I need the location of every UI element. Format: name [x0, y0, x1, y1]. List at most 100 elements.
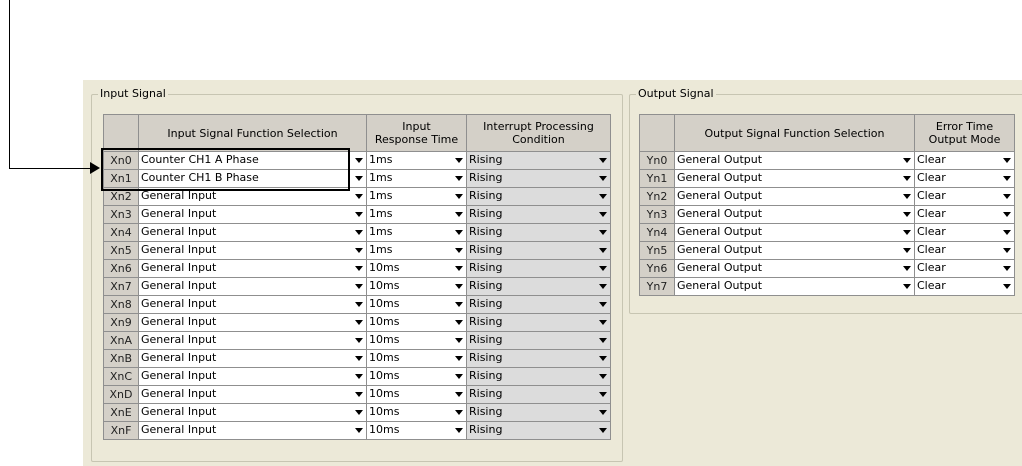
response-time-select[interactable]: 10ms — [366, 385, 467, 404]
dropdown-arrow-icon[interactable] — [352, 171, 366, 187]
dropdown-arrow-icon[interactable] — [900, 225, 914, 241]
response-time-select[interactable]: 1ms — [366, 205, 467, 224]
response-time-select[interactable]: 1ms — [366, 223, 467, 242]
response-time-select[interactable]: 1ms — [366, 151, 467, 170]
dropdown-arrow-icon[interactable] — [900, 207, 914, 223]
function-select[interactable]: General Input — [138, 403, 367, 422]
dropdown-arrow-icon[interactable] — [596, 297, 610, 313]
response-time-select[interactable]: 10ms — [366, 313, 467, 332]
output-function-select[interactable]: General Output — [674, 205, 915, 224]
dropdown-arrow-icon[interactable] — [1000, 261, 1014, 277]
function-select[interactable]: General Input — [138, 259, 367, 278]
dropdown-arrow-icon[interactable] — [352, 405, 366, 421]
function-select[interactable]: General Input — [138, 367, 367, 386]
dropdown-arrow-icon[interactable] — [1000, 279, 1014, 295]
dropdown-arrow-icon[interactable] — [596, 423, 610, 439]
dropdown-arrow-icon[interactable] — [596, 261, 610, 277]
response-time-select[interactable]: 10ms — [366, 277, 467, 296]
dropdown-arrow-icon[interactable] — [596, 315, 610, 331]
dropdown-arrow-icon[interactable] — [352, 333, 366, 349]
error-mode-select[interactable]: Clear — [914, 241, 1015, 260]
dropdown-arrow-icon[interactable] — [452, 423, 466, 439]
dropdown-arrow-icon[interactable] — [352, 189, 366, 205]
response-time-select[interactable]: 10ms — [366, 421, 467, 440]
interrupt-condition-select[interactable]: Rising — [466, 421, 611, 440]
interrupt-condition-select[interactable]: Rising — [466, 187, 611, 206]
dropdown-arrow-icon[interactable] — [452, 279, 466, 295]
response-time-select[interactable]: 1ms — [366, 187, 467, 206]
dropdown-arrow-icon[interactable] — [596, 189, 610, 205]
dropdown-arrow-icon[interactable] — [352, 387, 366, 403]
dropdown-arrow-icon[interactable] — [1000, 225, 1014, 241]
interrupt-condition-select[interactable]: Rising — [466, 313, 611, 332]
dropdown-arrow-icon[interactable] — [596, 243, 610, 259]
dropdown-arrow-icon[interactable] — [596, 333, 610, 349]
dropdown-arrow-icon[interactable] — [1000, 243, 1014, 259]
dropdown-arrow-icon[interactable] — [352, 243, 366, 259]
dropdown-arrow-icon[interactable] — [452, 351, 466, 367]
dropdown-arrow-icon[interactable] — [352, 315, 366, 331]
dropdown-arrow-icon[interactable] — [596, 171, 610, 187]
dropdown-arrow-icon[interactable] — [452, 261, 466, 277]
interrupt-condition-select[interactable]: Rising — [466, 403, 611, 422]
column-header-output-function[interactable]: Output Signal Function Selection — [674, 114, 915, 152]
dropdown-arrow-icon[interactable] — [1000, 189, 1014, 205]
interrupt-condition-select[interactable]: Rising — [466, 169, 611, 188]
function-select[interactable]: General Input — [138, 295, 367, 314]
interrupt-condition-select[interactable]: Rising — [466, 151, 611, 170]
interrupt-condition-select[interactable]: Rising — [466, 349, 611, 368]
output-function-select[interactable]: General Output — [674, 187, 915, 206]
function-select[interactable]: General Input — [138, 223, 367, 242]
response-time-select[interactable]: 10ms — [366, 259, 467, 278]
response-time-select[interactable]: 10ms — [366, 367, 467, 386]
dropdown-arrow-icon[interactable] — [1000, 207, 1014, 223]
response-time-select[interactable]: 1ms — [366, 169, 467, 188]
error-mode-select[interactable]: Clear — [914, 277, 1015, 296]
dropdown-arrow-icon[interactable] — [452, 387, 466, 403]
dropdown-arrow-icon[interactable] — [596, 387, 610, 403]
column-header-interrupt-condition[interactable]: Interrupt Processing Condition — [466, 114, 611, 152]
dropdown-arrow-icon[interactable] — [352, 351, 366, 367]
dropdown-arrow-icon[interactable] — [452, 189, 466, 205]
output-function-select[interactable]: General Output — [674, 151, 915, 170]
error-mode-select[interactable]: Clear — [914, 151, 1015, 170]
interrupt-condition-select[interactable]: Rising — [466, 205, 611, 224]
dropdown-arrow-icon[interactable] — [452, 225, 466, 241]
dropdown-arrow-icon[interactable] — [352, 225, 366, 241]
dropdown-arrow-icon[interactable] — [452, 315, 466, 331]
interrupt-condition-select[interactable]: Rising — [466, 295, 611, 314]
function-select[interactable]: General Input — [138, 205, 367, 224]
interrupt-condition-select[interactable]: Rising — [466, 223, 611, 242]
error-mode-select[interactable]: Clear — [914, 205, 1015, 224]
dropdown-arrow-icon[interactable] — [900, 189, 914, 205]
dropdown-arrow-icon[interactable] — [352, 207, 366, 223]
dropdown-arrow-icon[interactable] — [452, 333, 466, 349]
dropdown-arrow-icon[interactable] — [352, 261, 366, 277]
dropdown-arrow-icon[interactable] — [596, 369, 610, 385]
dropdown-arrow-icon[interactable] — [596, 153, 610, 169]
response-time-select[interactable]: 1ms — [366, 241, 467, 260]
response-time-select[interactable]: 10ms — [366, 349, 467, 368]
interrupt-condition-select[interactable]: Rising — [466, 385, 611, 404]
dropdown-arrow-icon[interactable] — [452, 153, 466, 169]
interrupt-condition-select[interactable]: Rising — [466, 259, 611, 278]
dropdown-arrow-icon[interactable] — [452, 369, 466, 385]
dropdown-arrow-icon[interactable] — [352, 297, 366, 313]
response-time-select[interactable]: 10ms — [366, 331, 467, 350]
dropdown-arrow-icon[interactable] — [596, 351, 610, 367]
column-header-function[interactable]: Input Signal Function Selection — [138, 114, 367, 152]
response-time-select[interactable]: 10ms — [366, 295, 467, 314]
output-function-select[interactable]: General Output — [674, 277, 915, 296]
error-mode-select[interactable]: Clear — [914, 187, 1015, 206]
dropdown-arrow-icon[interactable] — [452, 405, 466, 421]
dropdown-arrow-icon[interactable] — [452, 243, 466, 259]
dropdown-arrow-icon[interactable] — [900, 279, 914, 295]
interrupt-condition-select[interactable]: Rising — [466, 331, 611, 350]
dropdown-arrow-icon[interactable] — [352, 423, 366, 439]
dropdown-arrow-icon[interactable] — [900, 171, 914, 187]
function-select[interactable]: General Input — [138, 313, 367, 332]
dropdown-arrow-icon[interactable] — [352, 369, 366, 385]
output-function-select[interactable]: General Output — [674, 241, 915, 260]
interrupt-condition-select[interactable]: Rising — [466, 277, 611, 296]
interrupt-condition-select[interactable]: Rising — [466, 241, 611, 260]
